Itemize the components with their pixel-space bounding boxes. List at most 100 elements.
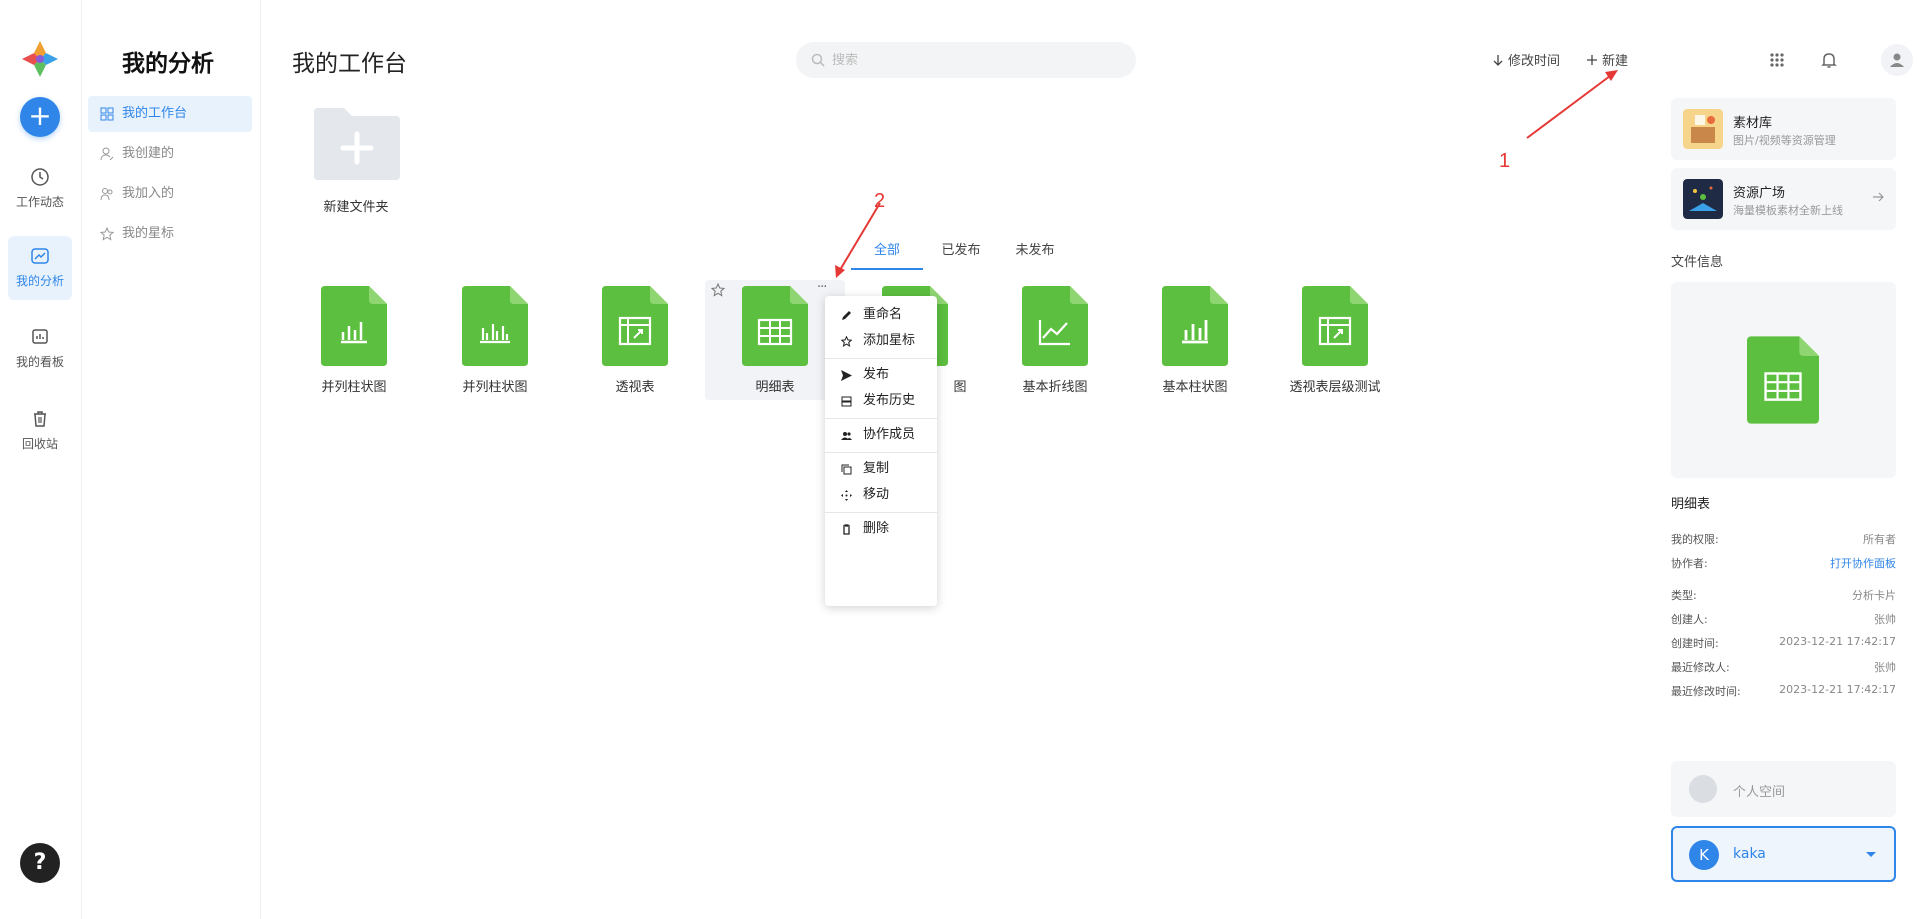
pivot-table-icon: [602, 286, 668, 366]
arrow-down-icon: [1493, 55, 1503, 66]
file-card[interactable]: 基本折线图: [985, 280, 1125, 400]
new-folder-label: 新建文件夹: [323, 200, 389, 215]
material-library-card[interactable]: 素材库 图片/视频等资源管理: [1671, 98, 1896, 160]
user-switcher[interactable]: K kaka: [1671, 826, 1896, 882]
move-icon: [841, 490, 852, 501]
pivot-table-icon: [1302, 286, 1368, 366]
star-icon: [100, 227, 114, 241]
menu-item-publish-history[interactable]: 发布历史: [825, 388, 937, 414]
sidebar-item-my-workbench[interactable]: 我的工作台: [88, 96, 252, 132]
arrow-right-icon: [1873, 192, 1884, 202]
secondary-sidebar: 我的分析 我的工作台 我创建的 我加入的 我的星标: [82, 0, 261, 919]
menu-divider: [825, 452, 937, 453]
trash-icon: [843, 524, 850, 535]
menu-item-label: 删除: [863, 521, 890, 536]
detail-key: 最近修改人:: [1671, 661, 1730, 674]
line-chart-icon: [1022, 286, 1088, 366]
menu-item-delete[interactable]: 删除: [825, 516, 937, 542]
grid-icon: [100, 107, 114, 121]
detail-key: 协作者:: [1671, 557, 1708, 570]
tab-unpublished[interactable]: 未发布: [999, 242, 1071, 270]
sort-button[interactable]: 修改时间: [1492, 50, 1560, 69]
rail-item-dashboard[interactable]: 我的看板: [8, 317, 72, 381]
card-subtitle: 图片/视频等资源管理: [1733, 134, 1836, 147]
menu-item-label: 重命名: [863, 307, 903, 322]
sidebar-item-starred[interactable]: 我的星标: [88, 216, 252, 252]
logo-icon: [22, 41, 58, 77]
search-input[interactable]: [832, 42, 1122, 78]
rail-item-activity[interactable]: 工作动态: [8, 157, 72, 221]
more-options-icon[interactable]: ···: [817, 280, 827, 295]
file-card[interactable]: 透视表层级测试: [1265, 280, 1405, 400]
detail-value: 张帅: [1874, 613, 1896, 626]
rail-item-label: 工作动态: [15, 195, 64, 209]
open-collab-panel-link[interactable]: 打开协作面板: [1830, 555, 1896, 571]
star-icon[interactable]: [711, 283, 725, 297]
bell-icon[interactable]: [1813, 44, 1845, 76]
detail-value: 2023-12-21 17:42:17: [1779, 683, 1896, 696]
menu-item-label: 复制: [863, 461, 890, 476]
user-avatar-icon[interactable]: [1881, 44, 1913, 76]
help-button[interactable]: ?: [20, 843, 60, 883]
detail-key: 最近修改时间:: [1671, 685, 1741, 698]
rail-item-label: 我的看板: [15, 355, 64, 369]
menu-divider: [825, 358, 937, 359]
menu-item-copy[interactable]: 复制: [825, 456, 937, 482]
table-icon: [742, 286, 808, 366]
detail-key: 创建时间:: [1671, 637, 1719, 650]
file-card-selected[interactable]: ··· 明细表: [705, 280, 845, 400]
page-title: 我的工作台: [292, 51, 407, 77]
new-button[interactable]: 新建: [1586, 50, 1628, 69]
personal-space-button[interactable]: 个人空间: [1671, 761, 1896, 817]
sidebar-title: 我的分析: [122, 51, 214, 77]
menu-item-add-star[interactable]: 添加星标: [825, 328, 937, 354]
star-icon: [841, 336, 852, 347]
file-name: 基本柱状图: [1162, 380, 1228, 395]
sidebar-item-joined[interactable]: 我加入的: [88, 176, 252, 212]
bar-chart-icon: [321, 286, 387, 366]
file-preview: [1671, 282, 1896, 478]
detail-key: 我的权限:: [1671, 533, 1719, 546]
app-root: + 工作动态 我的分析 我的看板 回收站 ? 我的分析 我的工作台 我创建的 我…: [0, 0, 1920, 919]
space-avatar: [1689, 775, 1717, 803]
file-card[interactable]: 基本柱状图: [1125, 280, 1265, 400]
file-name: 透视表: [615, 380, 655, 395]
file-card[interactable]: 并列柱状图: [284, 280, 424, 400]
context-menu: 重命名 添加星标 发布 发布历史 协作成员 复制 移动 删除: [825, 296, 937, 606]
detail-value: 所有者: [1863, 533, 1896, 546]
user-edit-icon: [100, 147, 114, 161]
annotation-number-1: 1: [1499, 150, 1511, 172]
menu-item-label: 发布历史: [863, 393, 916, 408]
menu-item-move[interactable]: 移动: [825, 482, 937, 508]
new-folder-icon[interactable]: [314, 108, 400, 180]
detail-row: 我的权限: 所有者: [1671, 531, 1896, 547]
file-card[interactable]: 透视表: [565, 280, 705, 400]
create-button[interactable]: +: [20, 97, 60, 137]
tab-published[interactable]: 已发布: [925, 242, 997, 270]
file-name: 明细表: [755, 380, 795, 395]
menu-item-collaborators[interactable]: 协作成员: [825, 422, 937, 448]
rail-item-trash[interactable]: 回收站: [8, 399, 72, 463]
tab-all[interactable]: 全部: [851, 242, 923, 270]
file-card[interactable]: 并列柱状图: [425, 280, 565, 400]
dashboard-icon: [32, 329, 48, 344]
sidebar-item-label: 我的星标: [122, 226, 175, 241]
file-name: 并列柱状图: [462, 380, 528, 395]
apps-grid-icon[interactable]: [1761, 44, 1793, 76]
sidebar-item-created[interactable]: 我创建的: [88, 136, 252, 172]
pencil-icon: [842, 311, 851, 320]
menu-item-rename[interactable]: 重命名: [825, 302, 937, 328]
card-title: 资源广场: [1733, 186, 1786, 201]
card-title: 素材库: [1733, 116, 1773, 131]
resource-plaza-card[interactable]: 资源广场 海量模板素材全新上线: [1671, 168, 1896, 230]
detail-key: 类型:: [1671, 589, 1697, 602]
file-name: 并列柱状图: [321, 380, 387, 395]
rail-item-my-analysis[interactable]: 我的分析: [8, 236, 72, 300]
search-icon: [811, 53, 825, 67]
file-info-name: 明细表: [1671, 497, 1711, 512]
analysis-icon: [31, 248, 49, 264]
menu-item-label: 添加星标: [863, 333, 916, 348]
menu-item-publish[interactable]: 发布: [825, 362, 937, 388]
annotation-number-2: 2: [874, 190, 886, 212]
personal-space-label: 个人空间: [1733, 785, 1786, 800]
